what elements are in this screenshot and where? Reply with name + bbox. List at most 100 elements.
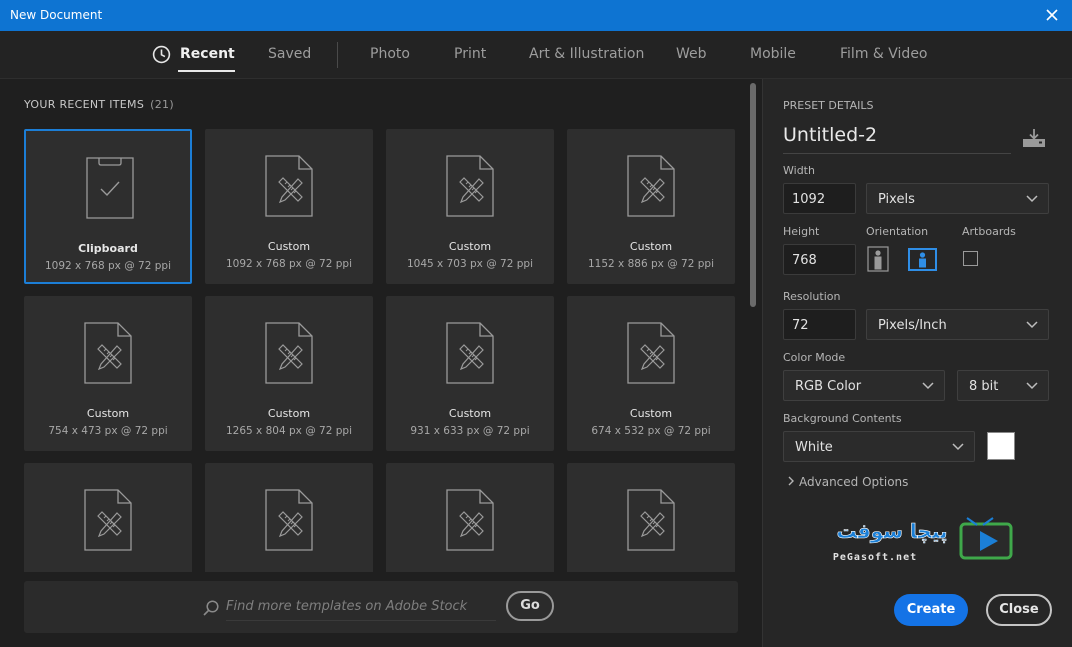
- recent-item-size: 1092 x 768 px @ 72 ppi: [226, 258, 352, 270]
- recent-item-size: 754 x 473 px @ 72 ppi: [48, 425, 168, 437]
- clock-icon: [152, 45, 171, 64]
- background-contents-select[interactable]: White: [783, 431, 975, 462]
- save-preset-icon[interactable]: [1022, 128, 1046, 148]
- title-bar: New Document: [0, 0, 1072, 31]
- chevron-down-icon: [1026, 382, 1038, 390]
- advanced-options-label: Advanced Options: [799, 475, 909, 489]
- custom-document-icon: [627, 489, 675, 551]
- recent-item-clipboard[interactable]: Clipboard 1092 x 768 px @ 72 ppi: [24, 129, 192, 284]
- pegasoft-watermark-logo: پیچا سوفت PeGasoft.net: [833, 517, 1013, 563]
- recent-item-custom[interactable]: Custom 931 x 633 px @ 72 ppi: [386, 296, 554, 451]
- background-color-swatch[interactable]: [987, 432, 1015, 460]
- custom-document-icon: [265, 489, 313, 551]
- artboards-checkbox[interactable]: [963, 251, 978, 266]
- chevron-down-icon: [952, 443, 964, 451]
- recent-item-custom[interactable]: Custom 1265 x 804 px @ 72 ppi: [205, 296, 373, 451]
- recent-item-size: 1152 x 886 px @ 72 ppi: [588, 258, 714, 270]
- chevron-down-icon: [1026, 321, 1038, 329]
- height-input[interactable]: 768: [783, 244, 856, 275]
- close-button[interactable]: Close: [986, 594, 1052, 626]
- recent-item-custom[interactable]: Custom 1152 x 886 px @ 72 ppi: [567, 129, 735, 284]
- recent-items-title: YOUR RECENT ITEMS: [24, 98, 145, 111]
- tab-recent[interactable]: Recent: [152, 45, 235, 72]
- custom-document-icon: [446, 489, 494, 551]
- tab-print[interactable]: Print: [454, 46, 486, 62]
- recent-item-custom[interactable]: Custom 674 x 532 px @ 72 ppi: [567, 296, 735, 451]
- color-mode-label: Color Mode: [783, 351, 846, 364]
- window-title: New Document: [10, 8, 103, 22]
- category-tabs: Recent Saved Photo Print Art & Illustrat…: [0, 31, 1072, 79]
- custom-document-icon: [84, 489, 132, 551]
- recent-item-size: 931 x 633 px @ 72 ppi: [410, 425, 530, 437]
- preset-details-heading: PRESET DETAILS: [783, 99, 874, 112]
- bit-depth-select[interactable]: 8 bit: [957, 370, 1049, 401]
- go-button[interactable]: Go: [506, 591, 554, 621]
- recent-item-name: Custom: [629, 407, 673, 420]
- bit-depth-value: 8 bit: [969, 379, 999, 394]
- recent-item-name: Custom: [267, 240, 311, 253]
- recent-items-panel: YOUR RECENT ITEMS (21) Clipboard 1092 x 7…: [0, 79, 762, 647]
- preset-details-panel: PRESET DETAILS Untitled-2 Width 1092 Pix…: [762, 79, 1072, 647]
- resolution-unit-select[interactable]: Pixels/Inch: [866, 309, 1049, 340]
- custom-document-icon: [265, 322, 313, 384]
- tab-art-illustration[interactable]: Art & Illustration: [529, 46, 644, 62]
- custom-document-icon: [265, 155, 313, 217]
- active-tab-underline: [178, 70, 235, 72]
- tab-divider: [337, 42, 338, 68]
- svg-text:PeGasoft.net: PeGasoft.net: [833, 552, 917, 563]
- resolution-input[interactable]: 72: [783, 309, 856, 340]
- custom-document-icon: [84, 322, 132, 384]
- width-label: Width: [783, 164, 815, 177]
- stock-search-bar: Find more templates on Adobe Stock Go: [24, 581, 738, 633]
- recent-items-scrollbar[interactable]: [750, 83, 756, 307]
- chevron-down-icon: [1026, 195, 1038, 203]
- recent-item-custom[interactable]: [24, 463, 192, 572]
- recent-item-custom[interactable]: Custom 1092 x 768 px @ 72 ppi: [205, 129, 373, 284]
- close-icon[interactable]: [1042, 5, 1062, 25]
- color-mode-value: RGB Color: [795, 379, 862, 394]
- create-button[interactable]: Create: [894, 594, 968, 626]
- tab-saved[interactable]: Saved: [268, 46, 311, 62]
- width-input[interactable]: 1092: [783, 183, 856, 214]
- height-label: Height: [783, 225, 820, 238]
- custom-document-icon: [446, 322, 494, 384]
- artboards-label: Artboards: [962, 225, 1016, 238]
- recent-item-custom[interactable]: [205, 463, 373, 572]
- recent-item-size: 1265 x 804 px @ 72 ppi: [226, 425, 352, 437]
- tab-mobile[interactable]: Mobile: [750, 46, 796, 62]
- width-unit-select[interactable]: Pixels: [866, 183, 1049, 214]
- search-icon: [203, 600, 219, 616]
- recent-item-size: 1092 x 768 px @ 72 ppi: [45, 260, 171, 272]
- orientation-label: Orientation: [866, 225, 929, 238]
- resolution-unit-value: Pixels/Inch: [878, 318, 947, 333]
- chevron-right-icon: [788, 476, 794, 486]
- chevron-down-icon: [922, 382, 934, 390]
- svg-text:پیچا سوفت: پیچا سوفت: [836, 519, 947, 544]
- advanced-options-toggle[interactable]: Advanced Options: [787, 475, 908, 489]
- recent-item-custom[interactable]: Custom 754 x 473 px @ 72 ppi: [24, 296, 192, 451]
- background-contents-label: Background Contents: [783, 412, 902, 425]
- stock-search-input[interactable]: Find more templates on Adobe Stock: [226, 593, 496, 621]
- custom-document-icon: [446, 155, 494, 217]
- tab-photo[interactable]: Photo: [370, 46, 410, 62]
- custom-document-icon: [627, 155, 675, 217]
- tab-film-video[interactable]: Film & Video: [840, 46, 928, 62]
- recent-item-custom[interactable]: [567, 463, 735, 572]
- recent-item-name: Custom: [629, 240, 673, 253]
- clipboard-check-icon: [86, 157, 134, 219]
- recent-item-size: 674 x 532 px @ 72 ppi: [591, 425, 711, 437]
- recent-item-custom[interactable]: [386, 463, 554, 572]
- custom-document-icon: [627, 322, 675, 384]
- recent-items-heading: YOUR RECENT ITEMS (21): [24, 98, 174, 111]
- resolution-label: Resolution: [783, 290, 841, 303]
- recent-item-name: Clipboard: [78, 242, 138, 255]
- recent-item-custom[interactable]: Custom 1045 x 703 px @ 72 ppi: [386, 129, 554, 284]
- recent-item-name: Custom: [267, 407, 311, 420]
- portrait-orientation-icon[interactable]: [866, 246, 890, 272]
- preset-name-input[interactable]: Untitled-2: [783, 124, 1011, 154]
- background-contents-value: White: [795, 440, 833, 455]
- recent-item-name: Custom: [86, 407, 130, 420]
- tab-web[interactable]: Web: [676, 46, 707, 62]
- color-mode-select[interactable]: RGB Color: [783, 370, 945, 401]
- landscape-orientation-icon[interactable]: [908, 246, 937, 272]
